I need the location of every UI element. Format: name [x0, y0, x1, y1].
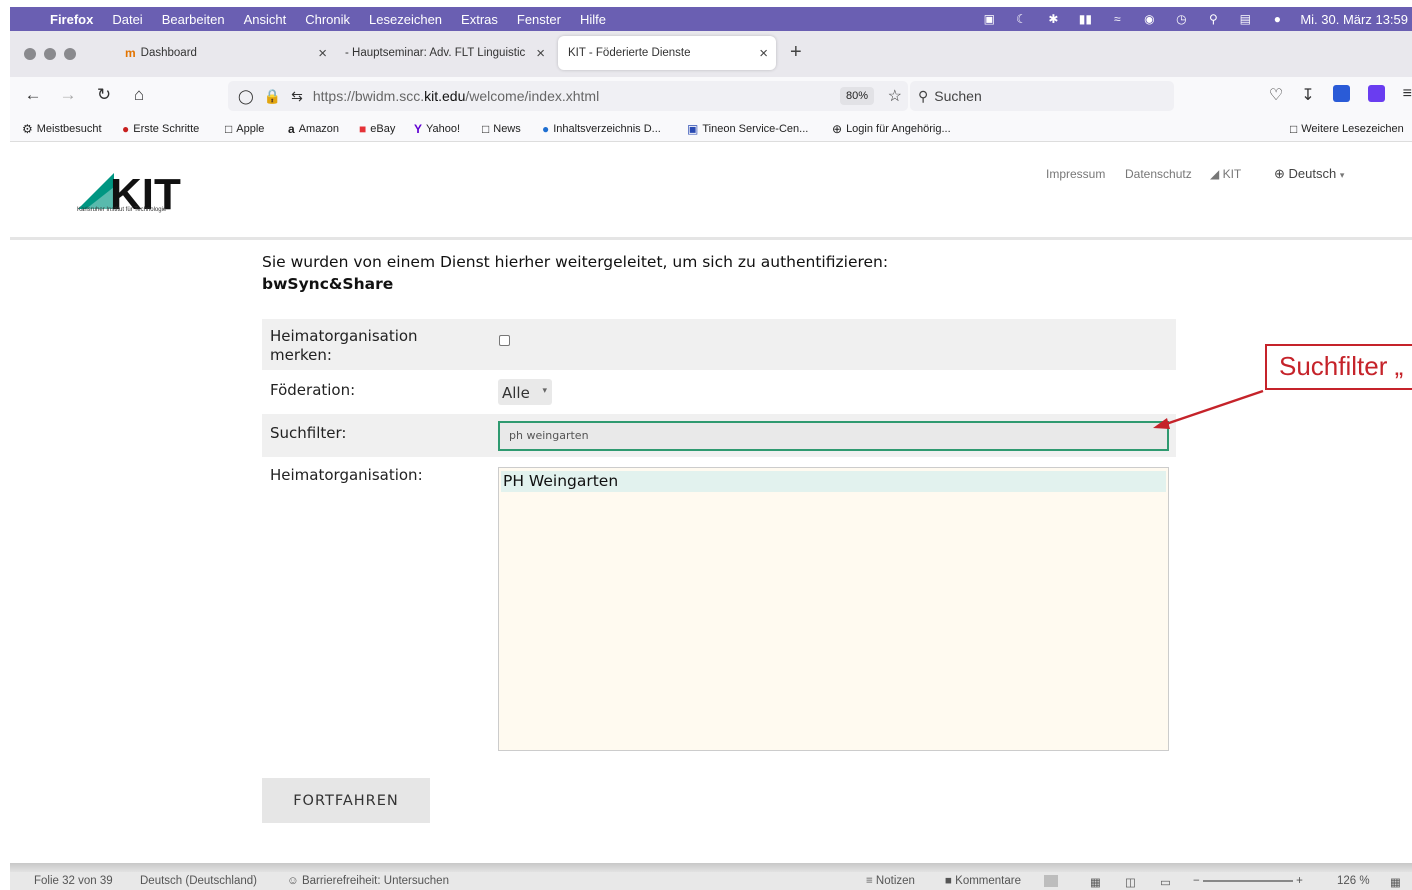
slide-counter: Folie 32 von 39 [34, 875, 113, 887]
statusbar-zoom[interactable]: 126 % [1337, 875, 1370, 887]
presentation-statusbar: Folie 32 von 39 Deutsch (Deutschland) ☺ … [10, 872, 1412, 890]
statusbar-language[interactable]: Deutsch (Deutschland) [140, 875, 257, 887]
comments-button[interactable]: ■ Kommentare [945, 875, 1021, 887]
accessibility-icon: ☺ [287, 875, 299, 887]
annotation-arrow [1153, 389, 1264, 429]
view-reading-button[interactable]: ◫ [1125, 875, 1136, 889]
view-slideshow-button[interactable]: ▭ [1160, 875, 1171, 889]
view-normal-button[interactable] [1044, 875, 1058, 887]
view-sorter-button[interactable]: ▦ [1090, 875, 1101, 889]
zoom-slider[interactable]: − + [1193, 875, 1323, 887]
annotation-callout: Suchfilter „ [1265, 344, 1412, 390]
screenshot: Firefox Datei Bearbeiten Ansicht Chronik… [0, 0, 1412, 890]
comment-icon: ■ [945, 875, 952, 887]
fit-slide-icon[interactable]: ▦ [1390, 875, 1401, 889]
accessibility-check[interactable]: ☺ Barrierefreiheit: Untersuchen [287, 875, 449, 887]
notes-button[interactable]: ≡ Notizen [866, 875, 915, 887]
notes-icon: ≡ [866, 875, 873, 887]
